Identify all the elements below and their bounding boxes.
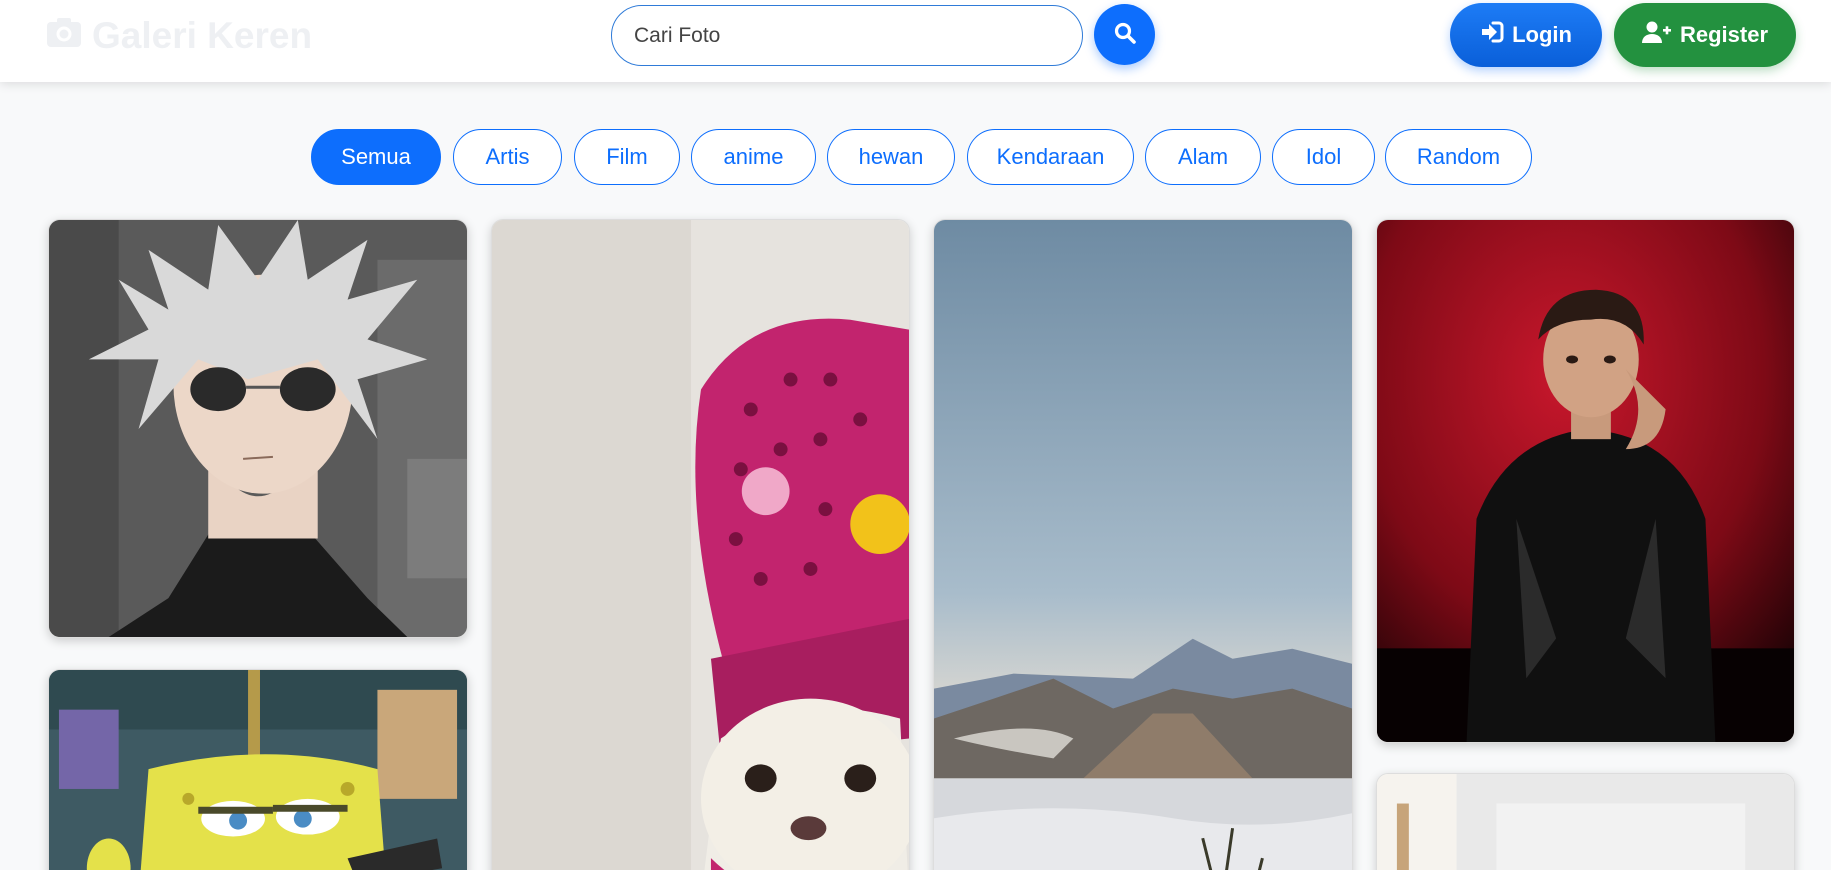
- navbar: Galeri Keren Login Regi: [0, 0, 1831, 82]
- camera-icon: [46, 15, 82, 57]
- gallery-card-anime[interactable]: [48, 219, 468, 638]
- gallery-card-portrait[interactable]: [1376, 219, 1795, 743]
- photo-mountain: [934, 220, 1352, 870]
- register-label: Register: [1679, 22, 1769, 47]
- register-button[interactable]: Register: [1614, 3, 1796, 67]
- category-film[interactable]: Film: [574, 129, 680, 185]
- photo-dog: [492, 220, 909, 870]
- category-kendaraan[interactable]: Kendaraan: [967, 129, 1134, 185]
- gallery-card-portrait-2[interactable]: [1376, 773, 1795, 870]
- photo-portrait-2: [1377, 774, 1794, 870]
- category-random[interactable]: Random: [1385, 129, 1532, 185]
- search-button[interactable]: [1094, 4, 1155, 65]
- search-icon: [1113, 21, 1137, 48]
- category-idol[interactable]: Idol: [1272, 129, 1375, 185]
- sign-in-icon: [1480, 21, 1504, 49]
- photo-cartoon: [49, 670, 467, 870]
- gallery-card-cartoon[interactable]: [48, 669, 468, 870]
- category-anime[interactable]: anime: [691, 129, 816, 185]
- photo-anime: [49, 220, 467, 637]
- login-label: Login: [1512, 22, 1572, 47]
- category-alam[interactable]: Alam: [1145, 129, 1261, 185]
- gallery-card-mountain[interactable]: [933, 219, 1353, 870]
- user-plus-icon: [1641, 21, 1672, 49]
- category-artis[interactable]: Artis: [453, 129, 562, 185]
- gallery-card-dog[interactable]: [491, 219, 910, 870]
- photo-portrait: [1377, 220, 1794, 742]
- brand-title: Galeri Keren: [92, 15, 313, 56]
- login-button[interactable]: Login: [1450, 3, 1602, 67]
- brand-logo[interactable]: Galeri Keren: [46, 15, 313, 57]
- category-semua[interactable]: Semua: [311, 129, 441, 185]
- search-input[interactable]: [611, 5, 1083, 66]
- category-hewan[interactable]: hewan: [827, 129, 955, 185]
